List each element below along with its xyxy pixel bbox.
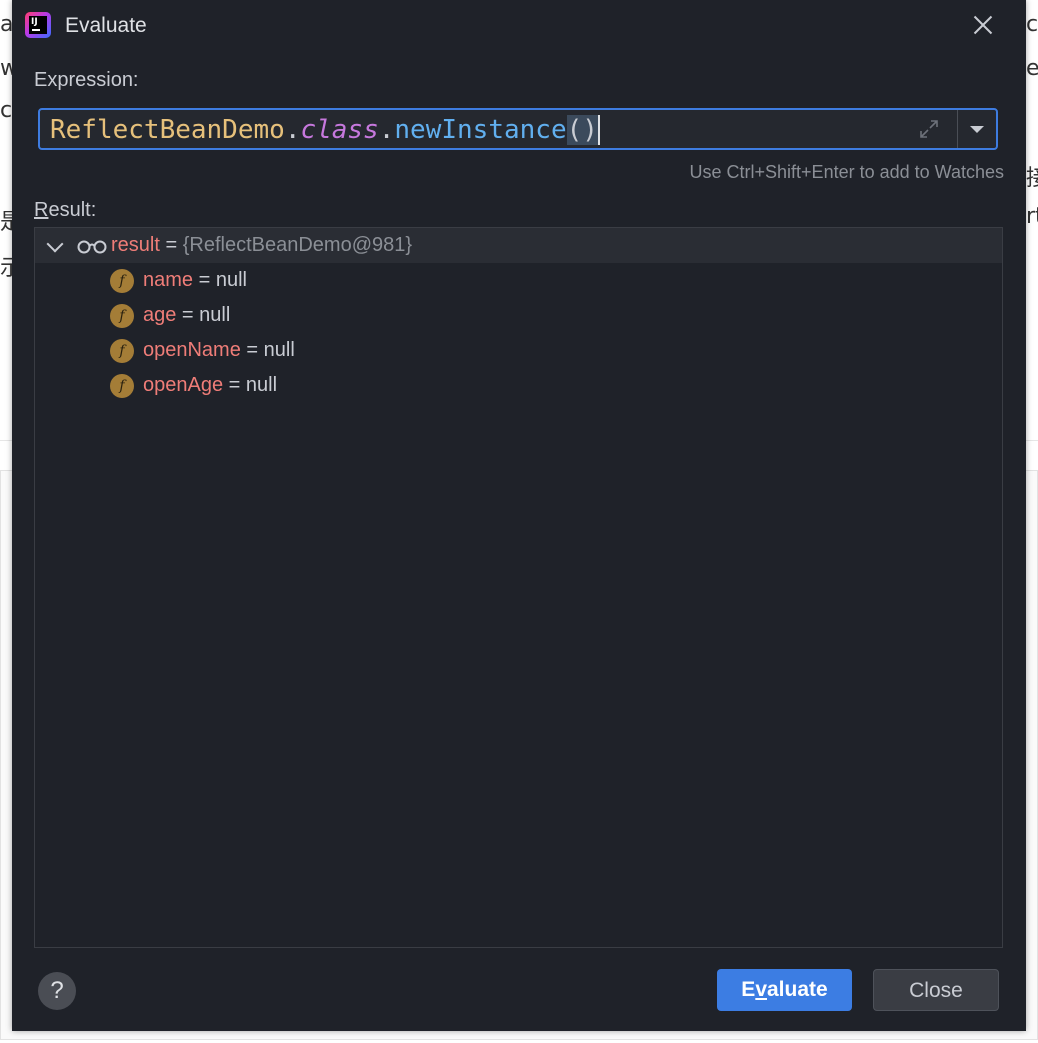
- evaluate-label-post: aluate: [767, 978, 828, 1001]
- field-value: null: [263, 339, 295, 361]
- field-name: openName: [143, 339, 241, 361]
- tree-row-result[interactable]: result = {ReflectBeanDemo@981}: [35, 228, 1002, 263]
- result-label: Result:: [34, 199, 96, 222]
- dialog-title: Evaluate: [65, 14, 147, 37]
- field-name: age: [143, 304, 177, 326]
- close-icon[interactable]: [970, 12, 996, 38]
- field-name: openAge: [143, 374, 224, 396]
- field-value: null: [245, 374, 278, 396]
- background-text: c: [0, 98, 13, 123]
- result-label-mnemonic: R: [34, 199, 49, 221]
- field-entry: openAge = null: [143, 368, 277, 403]
- evaluate-dialog: IJ Evaluate Expression: ReflectBeanDemo.…: [12, 0, 1026, 1031]
- field-name: name: [143, 269, 194, 291]
- token-dot: .: [284, 115, 301, 145]
- equals: =: [193, 269, 216, 291]
- background-text: 接: [1026, 166, 1038, 191]
- token-class-name: ReflectBeanDemo: [50, 115, 285, 145]
- close-button[interactable]: Close: [873, 969, 999, 1011]
- expand-icon[interactable]: [918, 118, 940, 140]
- result-tree[interactable]: result = {ReflectBeanDemo@981} f name = …: [34, 227, 1003, 948]
- token-method: newInstance: [394, 115, 567, 145]
- token-dot: .: [378, 115, 395, 145]
- tree-row-field[interactable]: f age = null: [35, 298, 1002, 333]
- equals: =: [223, 374, 246, 396]
- field-icon: f: [110, 304, 134, 328]
- tree-row-field[interactable]: f name = null: [35, 263, 1002, 298]
- equals: =: [176, 304, 200, 326]
- variable-name: result: [111, 234, 160, 256]
- tree-row-field[interactable]: f openAge = null: [35, 368, 1002, 403]
- help-button[interactable]: ?: [38, 972, 76, 1010]
- field-entry: age = null: [143, 298, 230, 333]
- title-bar: IJ Evaluate: [12, 0, 1026, 52]
- evaluate-label-pre: E: [741, 978, 756, 1001]
- field-value: null: [215, 269, 247, 291]
- field-icon: f: [110, 269, 134, 293]
- field-entry: name = null: [143, 263, 247, 298]
- background-text: c: [1026, 12, 1038, 37]
- watch-glasses-icon: [77, 240, 107, 254]
- expression-label: Expression:: [34, 69, 139, 91]
- background-text: es: [1026, 56, 1038, 81]
- field-icon: f: [110, 374, 134, 398]
- equals: =: [240, 339, 264, 361]
- token-parens: (): [566, 115, 598, 145]
- expression-input[interactable]: ReflectBeanDemo.class.newInstance(): [38, 108, 998, 150]
- field-icon: f: [110, 339, 134, 363]
- intellij-idea-icon: IJ: [25, 12, 51, 38]
- field-value: null: [199, 304, 231, 326]
- tree-row-field[interactable]: f openName = null: [35, 333, 1002, 368]
- result-entry: result = {ReflectBeanDemo@981}: [111, 228, 412, 263]
- object-value: {ReflectBeanDemo@981}: [182, 234, 413, 256]
- field-entry: openName = null: [143, 333, 295, 368]
- result-label-text: esult:: [48, 199, 97, 221]
- evaluate-button[interactable]: Evaluate: [717, 969, 852, 1011]
- chevron-down-icon[interactable]: [46, 235, 64, 253]
- token-keyword: class: [300, 115, 379, 145]
- background-text: rt: [1026, 204, 1038, 229]
- history-dropdown-button[interactable]: [958, 110, 996, 148]
- watches-hint: Use Ctrl+Shift+Enter to add to Watches: [689, 162, 1004, 182]
- text-caret: [597, 115, 600, 145]
- evaluate-label-mnemonic: v: [755, 978, 767, 1001]
- equals: =: [159, 234, 183, 256]
- expression-code[interactable]: ReflectBeanDemo.class.newInstance(): [50, 115, 600, 145]
